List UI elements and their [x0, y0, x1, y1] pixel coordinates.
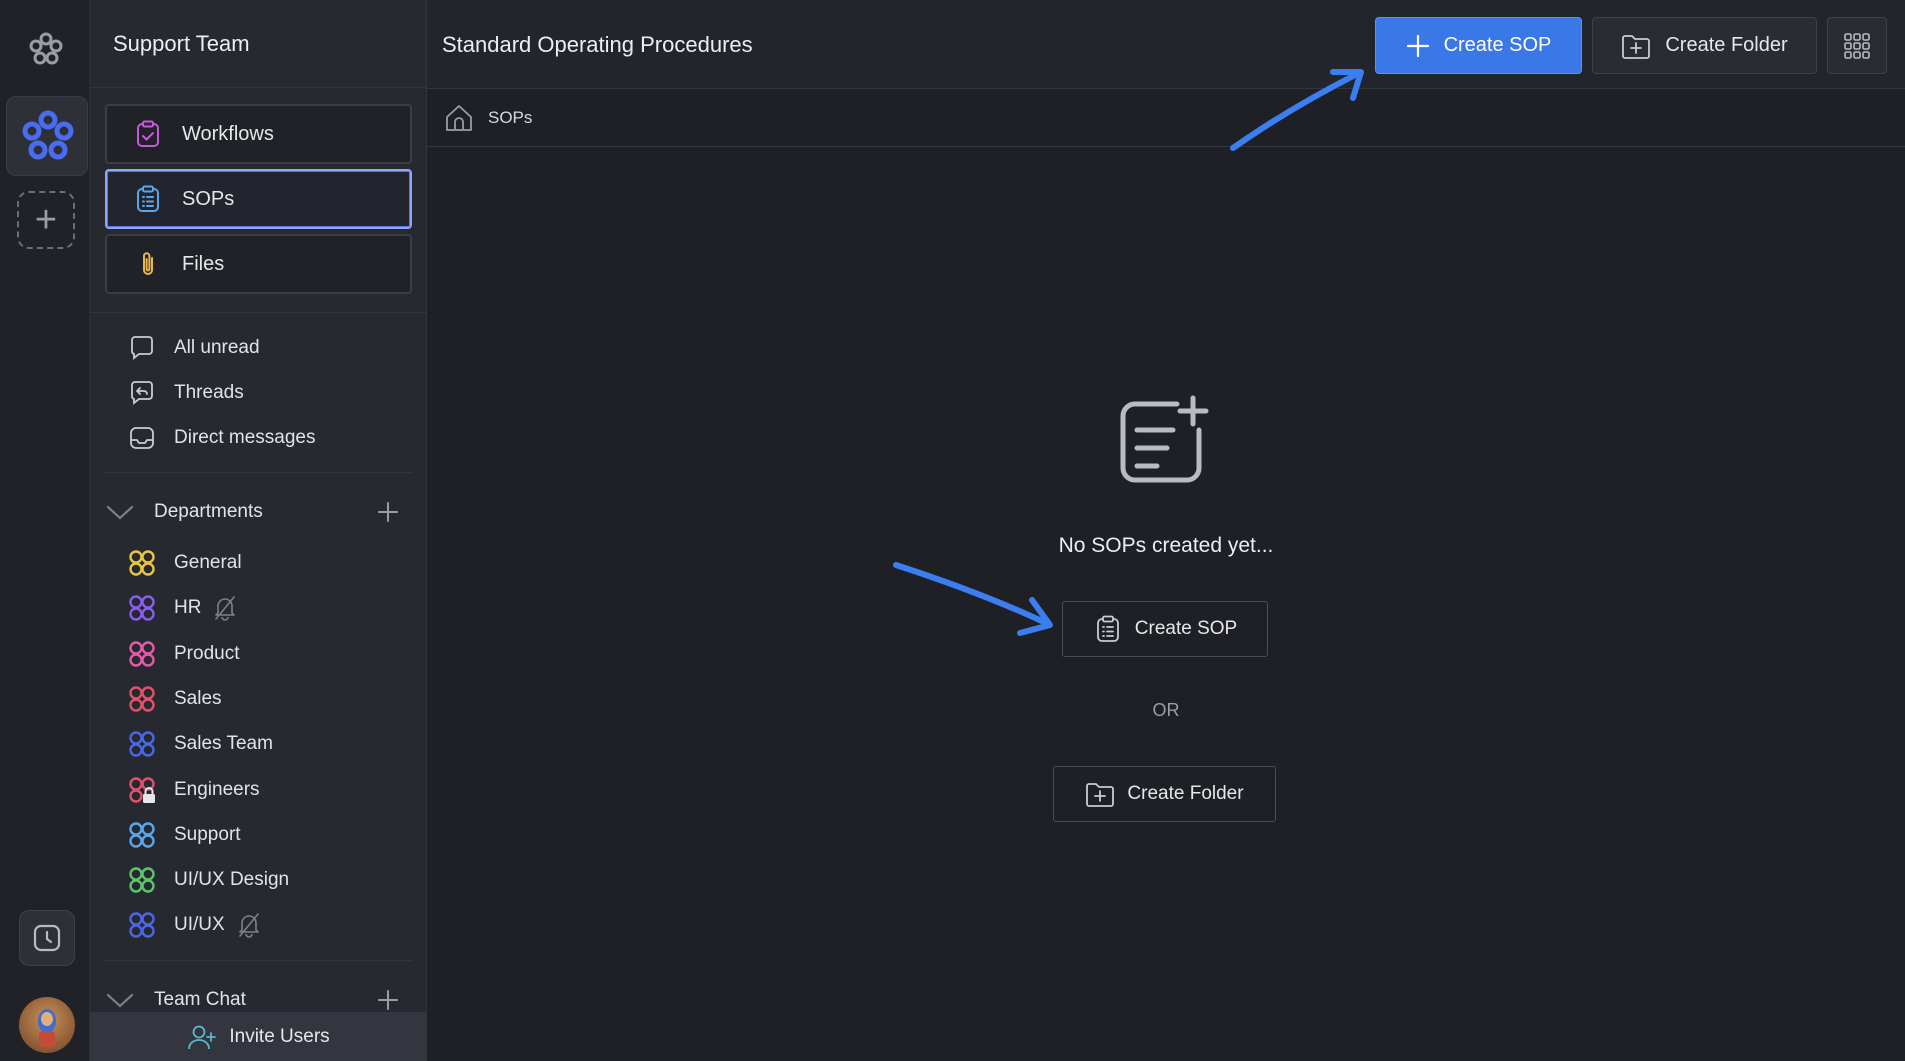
workspace-support-team[interactable]	[6, 96, 88, 176]
apps-grid-button[interactable]	[1827, 17, 1887, 74]
chevron-down-icon[interactable]	[104, 496, 136, 528]
grid-icon	[1844, 32, 1870, 59]
create-sop-label: Create SOP	[1443, 34, 1552, 56]
top-bar: Standard Operating Procedures Create SOP…	[427, 0, 1905, 89]
channel-group-icon	[126, 728, 158, 760]
empty-create-sop-button[interactable]: Create SOP	[1062, 601, 1268, 657]
department-item[interactable]: Product	[126, 636, 239, 672]
department-label: Product	[174, 642, 240, 664]
direct-messages-label: Direct messages	[174, 427, 316, 448]
departments-label: Departments	[154, 501, 263, 522]
department-label: General	[174, 552, 242, 573]
department-item[interactable]: UI/UX Design	[126, 862, 289, 898]
inbox-icon	[126, 422, 158, 454]
nav-workflows-label: Workflows	[182, 122, 274, 145]
muted-bell-icon	[213, 595, 237, 622]
nav-sops-label: SOPs	[182, 187, 235, 210]
channel-group-icon	[126, 909, 158, 941]
clipboard-list-icon	[1093, 614, 1123, 644]
threads-label: Threads	[174, 382, 244, 403]
divider	[90, 312, 427, 313]
plus-icon: +	[34, 198, 58, 241]
channel-group-icon	[126, 774, 158, 806]
invite-users-button[interactable]: Invite Users	[90, 1012, 427, 1061]
department-label: UI/UX	[174, 914, 225, 936]
department-item[interactable]: Engineers	[126, 772, 260, 808]
team-name[interactable]: Support Team	[90, 0, 427, 88]
add-department-icon[interactable]	[372, 496, 404, 528]
user-avatar[interactable]	[19, 997, 75, 1053]
annotation-arrow-center	[893, 562, 1053, 636]
threads-icon	[126, 377, 158, 409]
department-label: Engineers	[174, 778, 260, 800]
department-item[interactable]: HR	[126, 590, 237, 626]
threads-item[interactable]: Threads	[126, 375, 244, 411]
folder-plus-icon	[1621, 32, 1651, 60]
breadcrumb-current[interactable]: SOPs	[488, 108, 532, 128]
empty-document-plus-icon	[1115, 394, 1215, 495]
empty-create-folder-button[interactable]: Create Folder	[1053, 766, 1276, 822]
create-folder-label: Create Folder	[1665, 34, 1788, 56]
channel-group-icon	[126, 683, 158, 715]
chat-bubble-icon	[126, 332, 158, 364]
breadcrumb: SOPs	[427, 89, 1905, 147]
add-workspace-button[interactable]: +	[17, 191, 75, 249]
or-separator: OR	[1152, 700, 1180, 720]
department-item[interactable]: UI/UX	[126, 907, 261, 943]
create-folder-button[interactable]: Create Folder	[1592, 17, 1817, 74]
avatar-image-icon	[38, 1009, 56, 1047]
nav-sops[interactable]: SOPs	[105, 169, 412, 229]
create-sop-button[interactable]: Create SOP	[1375, 17, 1582, 74]
workspace-logo-icon	[22, 110, 74, 160]
app-logo-icon	[27, 30, 65, 68]
departments-header[interactable]: Departments	[104, 492, 404, 532]
divider	[105, 472, 412, 473]
plus-icon	[1406, 34, 1430, 58]
department-label: UI/UX Design	[174, 869, 290, 891]
empty-state-message: No SOPs created yet...	[1058, 534, 1274, 557]
paperclip-icon	[132, 248, 164, 280]
department-label: HR	[174, 597, 202, 619]
nav-files[interactable]: Files	[105, 234, 412, 294]
channel-group-icon	[126, 819, 158, 851]
department-label: Sales	[174, 687, 222, 709]
clipboard-list-icon	[132, 183, 164, 215]
clock-icon	[33, 924, 61, 952]
invite-users-label: Invite Users	[229, 1025, 330, 1047]
department-label: Support	[174, 823, 241, 845]
channel-group-icon	[126, 592, 158, 624]
channel-group-icon	[126, 638, 158, 670]
channel-group-icon	[126, 547, 158, 579]
nav-files-label: Files	[182, 252, 225, 275]
empty-create-folder-label: Create Folder	[1127, 783, 1244, 804]
divider	[105, 960, 412, 961]
department-item[interactable]: Support	[126, 817, 241, 853]
department-item[interactable]: General	[126, 545, 242, 581]
team-chat-label: Team Chat	[154, 989, 246, 1010]
department-item[interactable]: Sales Team	[126, 726, 273, 762]
home-icon[interactable]	[444, 103, 474, 133]
empty-create-sop-label: Create SOP	[1134, 618, 1238, 639]
nav-workflows[interactable]: Workflows	[105, 104, 412, 164]
annotation-arrow-top	[1230, 69, 1364, 151]
sidebar: Support Team Workflows SOPs Files All un…	[90, 0, 427, 1061]
muted-bell-icon	[237, 912, 261, 939]
direct-messages-item[interactable]: Direct messages	[126, 420, 316, 456]
folder-plus-icon	[1085, 780, 1115, 808]
channel-group-icon	[126, 864, 158, 896]
all-unread-item[interactable]: All unread	[126, 330, 260, 366]
department-item[interactable]: Sales	[126, 681, 222, 717]
history-button[interactable]	[19, 910, 75, 966]
clipboard-check-icon	[132, 118, 164, 150]
all-unread-label: All unread	[174, 337, 260, 358]
department-label: Sales Team	[174, 733, 273, 755]
add-user-icon	[187, 1023, 217, 1051]
workspace-rail: +	[0, 0, 90, 1061]
page-title: Standard Operating Procedures	[442, 31, 753, 57]
